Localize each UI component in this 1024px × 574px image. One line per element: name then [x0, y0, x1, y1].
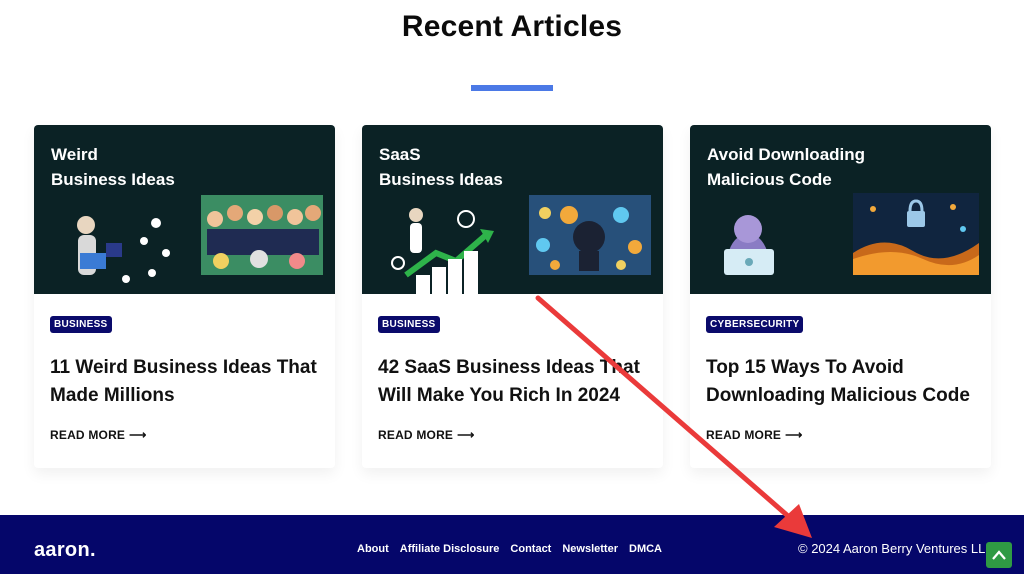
thumbnail-title: Avoid Downloading Malicious Code [707, 145, 866, 189]
title-divider [471, 85, 553, 91]
footer-link-contact[interactable]: Contact [510, 543, 551, 555]
article-card[interactable]: Weird Business Ideas BUSINESS 11 Weird B… [34, 125, 335, 468]
site-footer: aaron. About Affiliate Disclosure Contac… [0, 515, 1024, 574]
section-title: Recent Articles [401, 10, 623, 43]
article-thumbnail[interactable]: Avoid Downloading Malicious Code [690, 125, 991, 294]
article-thumbnail[interactable]: Weird Business Ideas [34, 125, 335, 294]
footer-nav: About Affiliate Disclosure Contact Newsl… [357, 543, 673, 555]
thumbnail-title: SaaS Business Ideas [379, 145, 503, 189]
article-title[interactable]: Top 15 Ways To Avoid Downloading Malicio… [706, 354, 986, 410]
cyber-lock-image [853, 193, 979, 275]
copyright-text: © 2024 Aaron Berry Ventures LLC [798, 541, 995, 556]
growth-illustration [391, 208, 494, 294]
scroll-to-top-button[interactable] [986, 542, 1012, 568]
article-thumbnail[interactable]: SaaS Business Ideas [362, 125, 663, 294]
article-title[interactable]: 42 SaaS Business Ideas That Will Make Yo… [378, 354, 658, 410]
article-title[interactable]: 11 Weird Business Ideas That Made Millio… [50, 354, 330, 410]
category-badge[interactable]: BUSINESS [378, 316, 440, 333]
crowd-illustration [201, 195, 323, 275]
footer-logo[interactable]: aaron. [34, 539, 96, 562]
thumbnail-title: Weird Business Ideas [51, 145, 175, 189]
footer-link-about[interactable]: About [357, 543, 389, 555]
article-card[interactable]: Avoid Downloading Malicious Code CYBERSE… [690, 125, 991, 468]
read-more-link[interactable]: READ MORE ⟶ [706, 428, 803, 442]
category-badge[interactable]: CYBERSECURITY [706, 316, 804, 333]
read-more-link[interactable]: READ MORE ⟶ [50, 428, 147, 442]
hacker-illustration [724, 215, 774, 275]
footer-link-affiliate-disclosure[interactable]: Affiliate Disclosure [400, 543, 500, 555]
saas-collage [529, 195, 651, 275]
arrow-right-icon: ⟶ [785, 428, 803, 442]
business-illustration [77, 216, 170, 283]
arrow-right-icon: ⟶ [457, 428, 475, 442]
article-card[interactable]: SaaS Business Ideas BUSINESS 42 SaaS Bus… [362, 125, 663, 468]
arrow-right-icon: ⟶ [129, 428, 147, 442]
read-more-link[interactable]: READ MORE ⟶ [378, 428, 475, 442]
footer-link-dmca[interactable]: DMCA [629, 543, 662, 555]
chevron-up-icon [992, 550, 1006, 560]
category-badge[interactable]: BUSINESS [50, 316, 112, 333]
footer-link-newsletter[interactable]: Newsletter [562, 543, 618, 555]
